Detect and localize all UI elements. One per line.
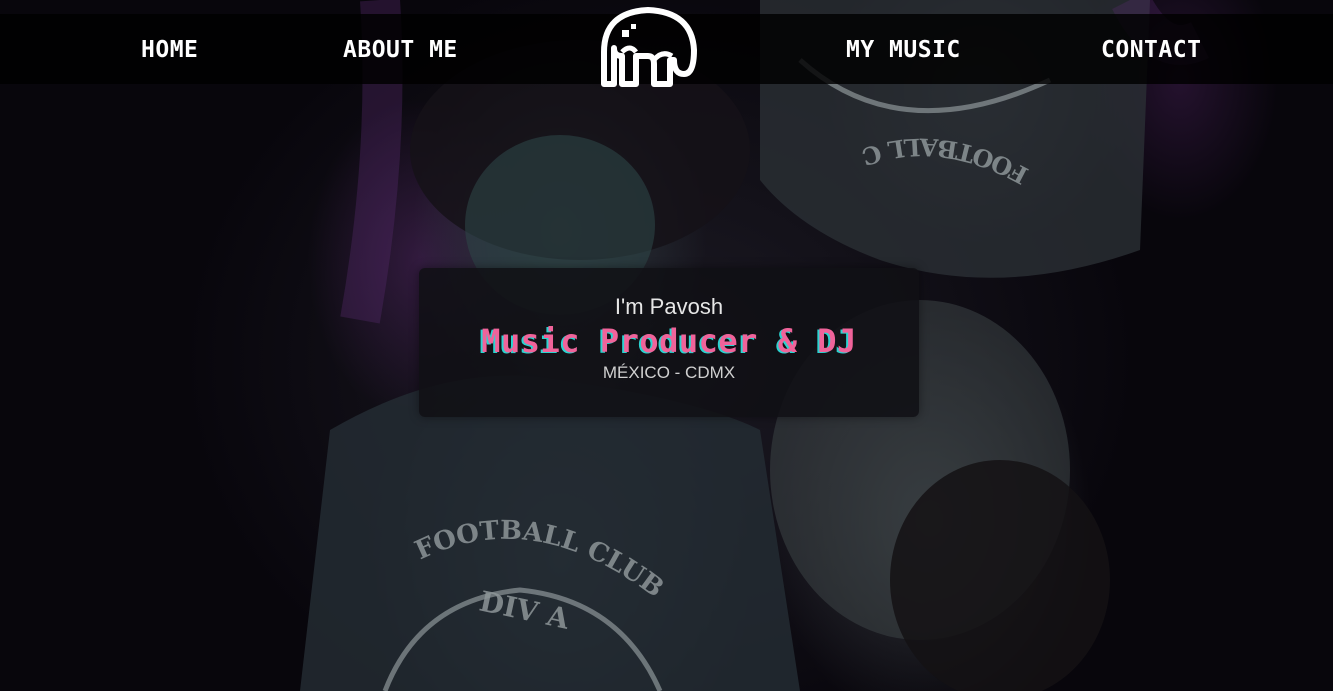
nav-link-contact[interactable]: CONTACT: [1101, 14, 1201, 84]
hero-card: I'm Pavosh Music Producer & DJ MÉXICO - …: [419, 268, 919, 417]
nav-link-my-music[interactable]: MY MUSIC: [846, 14, 961, 84]
nav-link-about-me[interactable]: ABOUT ME: [343, 14, 458, 84]
hero-role-title: Music Producer & DJ: [481, 322, 857, 360]
nav-link-home[interactable]: HOME: [141, 14, 198, 84]
hero-greeting: I'm Pavosh: [614, 294, 724, 319]
hero-location: MÉXICO - CDMX: [602, 363, 736, 382]
page: FOOTBALL CLUB DIV A FOOTBALL CLUB HOME A…: [0, 0, 1333, 691]
elephant-logo-icon[interactable]: [596, 4, 700, 88]
